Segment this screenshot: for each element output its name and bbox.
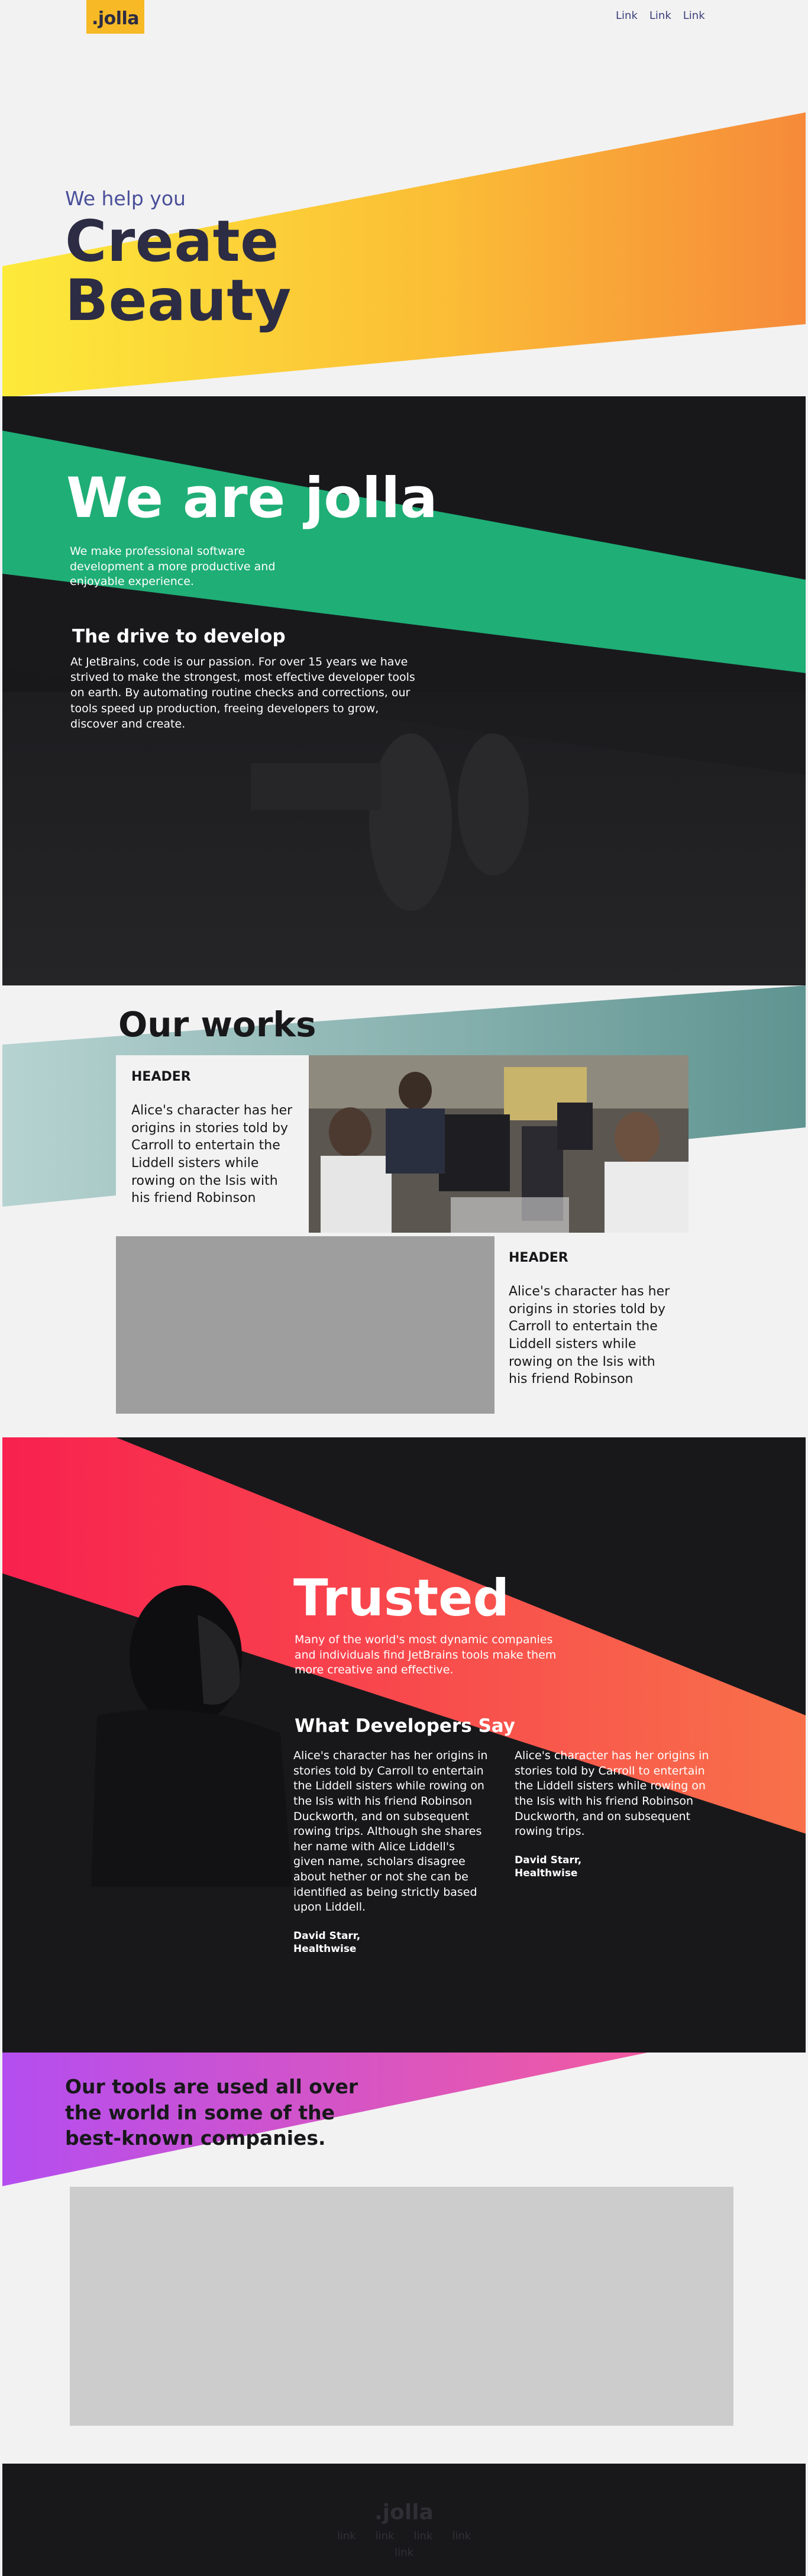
hero-subtitle: We help you (65, 187, 186, 210)
works-title: Our works (118, 1004, 316, 1045)
works-section: Our works HEADER Alice's character has h… (0, 985, 808, 1482)
footer-link-3[interactable]: link (414, 2530, 433, 2542)
developers-say-title: What Developers Say (295, 1715, 515, 1737)
about-lead: We make professional software developmen… (70, 545, 276, 589)
testimonial-2: Alice's character has her origins in sto… (515, 1748, 710, 1880)
nav-link-2[interactable]: Link (649, 9, 671, 22)
logo[interactable]: .jolla (86, 0, 144, 34)
drive-title: The drive to develop (72, 626, 286, 647)
footer: .jolla link link link link link (2, 2464, 806, 2576)
about-section: We are jolla We make professional softwa… (2, 396, 806, 985)
work-tile-header: HEADER (509, 1250, 568, 1265)
work-tile-1[interactable]: HEADER Alice's character has her origins… (116, 1055, 309, 1233)
customers-section: Our tools are used all over the world in… (0, 2053, 808, 2464)
testimonial-company: Healthwise (293, 1943, 357, 1956)
logo-text: .jolla (91, 8, 140, 29)
customers-title: Our tools are used all over the world in… (65, 2075, 358, 2150)
testimonial-author: David Starr, (293, 1930, 361, 1942)
testimonial-text: Alice's character has her origins in sto… (293, 1749, 488, 1914)
photo-person-silhouette (458, 733, 529, 875)
testimonial-1: Alice's character has her origins in sto… (293, 1748, 489, 1956)
footer-links: link link link link (2, 2530, 806, 2542)
office-photo (309, 1055, 689, 1233)
hero-text-block: We help you Create Beauty (65, 187, 292, 334)
work-tile-2[interactable]: HEADER Alice's character has her origins… (495, 1236, 689, 1414)
trusted-background (2, 1437, 806, 1887)
hero-title-line1: Create (65, 208, 279, 274)
footer-link-5[interactable]: link (395, 2546, 413, 2559)
hero-title-line2: Beauty (65, 267, 292, 334)
works-grid: HEADER Alice's character has her origins… (116, 1055, 689, 1480)
work-tile-header: HEADER (131, 1069, 191, 1084)
footer-logo[interactable]: .jolla (2, 2500, 806, 2525)
trusted-section: Trusted Many of the world's most dynamic… (2, 1437, 806, 2053)
testimonial-text: Alice's character has her origins in sto… (515, 1749, 709, 1838)
photo-desk (251, 763, 381, 810)
footer-link-2[interactable]: link (376, 2530, 395, 2542)
drive-text: At JetBrains, code is our passion. For o… (70, 655, 415, 731)
work-photo-office[interactable] (309, 1055, 689, 1233)
customer-logos-placeholder (70, 2187, 733, 2426)
nav-link-3[interactable]: Link (683, 9, 705, 22)
about-title: We are jolla (66, 466, 438, 531)
top-nav: Link Link Link (616, 9, 705, 22)
work-tile-body: Alice's character has her origins in sto… (131, 1103, 293, 1206)
hero-section: We help you Create Beauty (0, 0, 808, 397)
trusted-lead: Many of the world's most dynamic compani… (295, 1633, 557, 1677)
footer-links-row2: link (2, 2546, 806, 2559)
work-tile-body: Alice's character has her origins in sto… (509, 1284, 670, 1387)
nav-link-1[interactable]: Link (616, 9, 638, 22)
footer-link-4[interactable]: link (452, 2530, 471, 2542)
photo-person-silhouette (369, 733, 452, 911)
testimonial-company: Healthwise (515, 1867, 578, 1879)
page: We help you Create Beauty .jolla Link Li… (0, 0, 808, 2576)
footer-link-1[interactable]: link (337, 2530, 356, 2542)
testimonial-author: David Starr, (515, 1854, 582, 1866)
trusted-title: Trusted (293, 1569, 510, 1628)
work-tile-placeholder[interactable] (116, 1236, 495, 1414)
